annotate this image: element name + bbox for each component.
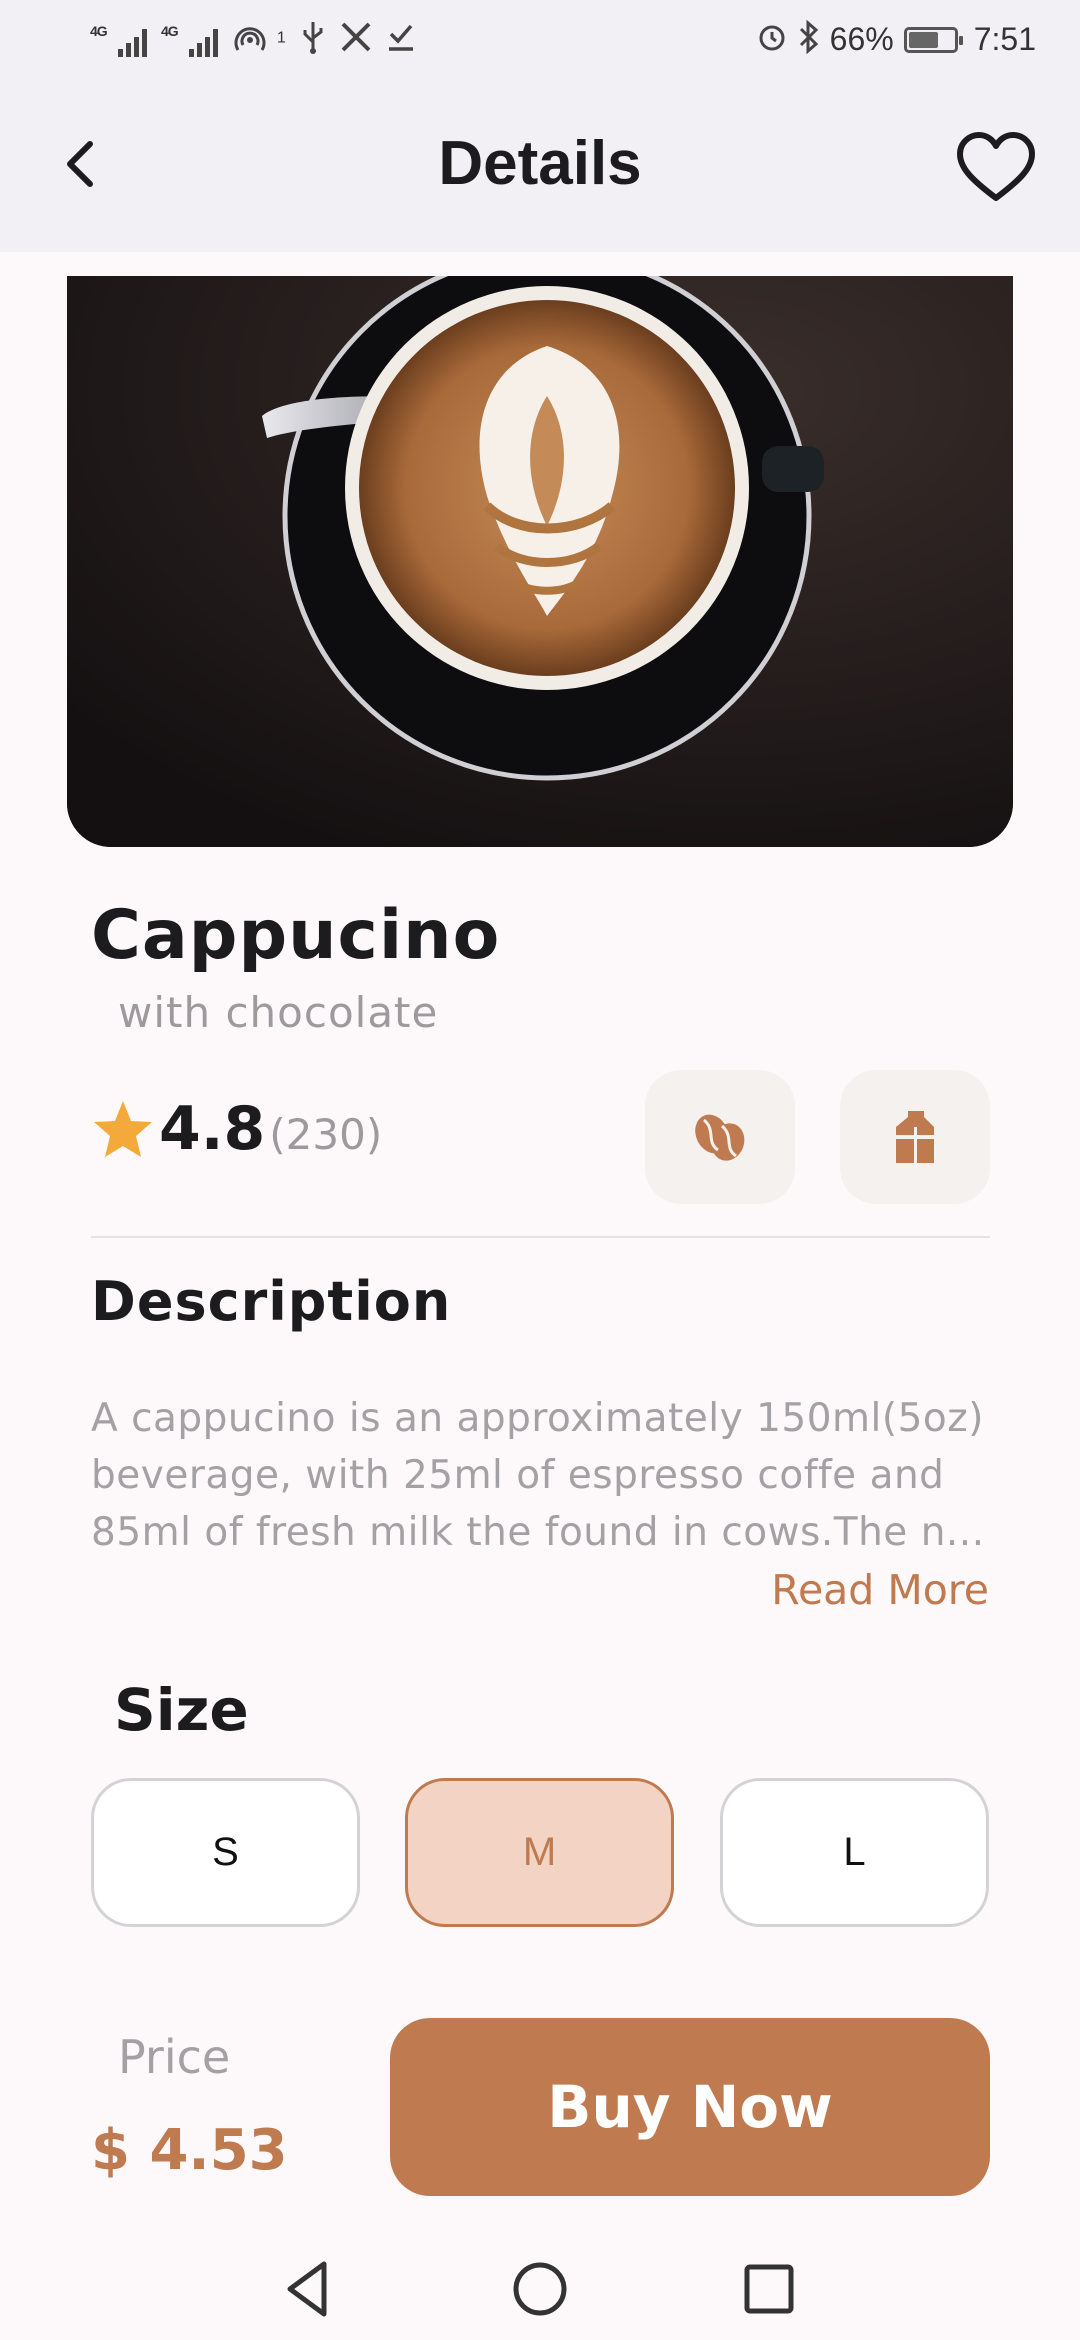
rating-count: (230) bbox=[269, 1110, 383, 1159]
rating: 4.8 (230) bbox=[91, 1094, 382, 1164]
description-line: beverage, with 25ml of espresso coffe an… bbox=[91, 1453, 945, 1498]
buy-now-button[interactable]: Buy Now bbox=[390, 2018, 990, 2196]
square-recents-icon bbox=[744, 2264, 794, 2314]
product-subtitle: with chocolate bbox=[118, 988, 439, 1037]
product-name: Cappucino bbox=[91, 896, 501, 975]
bluetooth-icon bbox=[798, 19, 820, 59]
divider bbox=[91, 1236, 990, 1238]
hotspot-icon: 1 bbox=[232, 20, 286, 59]
product-image bbox=[67, 276, 1013, 847]
read-more-link[interactable]: Read More bbox=[771, 1566, 989, 1614]
download-done-icon bbox=[386, 22, 416, 57]
rating-value: 4.8 bbox=[159, 1094, 266, 1164]
status-bar: 4G 4G 1 66% 7:51 bbox=[0, 0, 1080, 84]
description-line: 85ml of fresh milk the found in cows.The… bbox=[91, 1510, 985, 1555]
signal-1-icon: 4G bbox=[90, 23, 147, 57]
description-title: Description bbox=[91, 1270, 452, 1333]
star-icon bbox=[94, 1101, 152, 1157]
size-title: Size bbox=[114, 1676, 249, 1744]
usb-icon bbox=[300, 20, 326, 59]
milk-icon bbox=[896, 1111, 934, 1163]
price-value: $ 4.53 bbox=[91, 2118, 288, 2183]
triangle-back-icon bbox=[287, 2261, 327, 2317]
description-line: A cappucino is an approximately 150ml(5o… bbox=[91, 1396, 984, 1441]
system-nav-bar bbox=[0, 2232, 1080, 2340]
x-app-icon bbox=[340, 22, 372, 57]
nav-back-button[interactable] bbox=[274, 2254, 344, 2324]
top-app-bar: Details bbox=[0, 84, 1080, 252]
heart-outline-icon bbox=[957, 132, 1035, 201]
feature-milk bbox=[840, 1070, 990, 1204]
price-label: Price bbox=[118, 2030, 231, 2084]
size-option-m[interactable]: M bbox=[405, 1778, 674, 1927]
nav-recents-button[interactable] bbox=[734, 2254, 804, 2324]
favorite-button[interactable] bbox=[952, 124, 1040, 212]
alarm-icon bbox=[756, 21, 788, 58]
clock: 7:51 bbox=[973, 21, 1036, 57]
description-text: A cappucino is an approximately 150ml(5o… bbox=[91, 1390, 996, 1561]
battery-icon bbox=[903, 26, 963, 53]
page-title: Details bbox=[438, 129, 642, 198]
hotspot-count: 1 bbox=[276, 29, 286, 47]
size-option-l[interactable]: L bbox=[720, 1778, 989, 1927]
feature-coffee-beans bbox=[645, 1070, 795, 1204]
signal-2-icon: 4G bbox=[161, 23, 218, 57]
size-option-s[interactable]: S bbox=[91, 1778, 360, 1927]
coffee-beans-icon bbox=[695, 1114, 745, 1161]
circle-home-icon bbox=[513, 2262, 567, 2316]
battery-percent: 66% bbox=[829, 21, 894, 57]
nav-home-button[interactable] bbox=[505, 2254, 575, 2324]
